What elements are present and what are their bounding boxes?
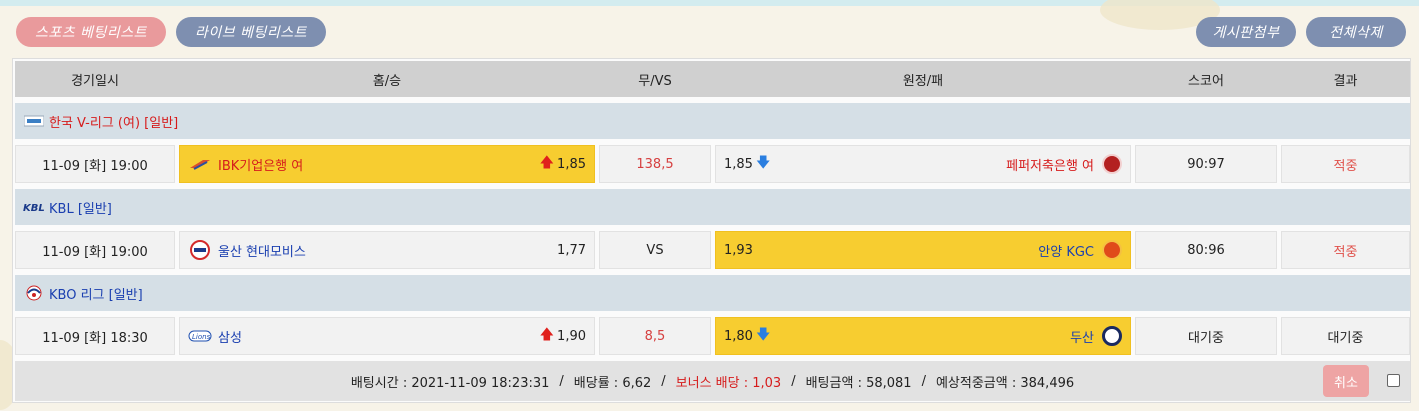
away-team-name: 안양 KGC: [1038, 244, 1094, 260]
separator: /: [661, 373, 666, 389]
table-header: 경기일시 홈/승 무/VS 원정/패 스코어 결과: [15, 61, 1410, 97]
away-pick-cell[interactable]: 1,80 🡇 두산: [715, 317, 1131, 355]
game-datetime: 11-09 [화] 18:30: [15, 317, 175, 355]
home-team-name: IBK기업은행 여: [218, 158, 304, 174]
attach-board-button[interactable]: 게시판첨부: [1196, 17, 1296, 47]
away-odds: 1,93: [724, 242, 753, 258]
away-pick-cell[interactable]: 1,85 🡇 페퍼저축은행 여: [715, 145, 1131, 183]
result-cell: 적중: [1281, 231, 1410, 269]
home-pick-cell[interactable]: IBK기업은행 여 🡅 1,85: [179, 145, 595, 183]
separator: /: [921, 373, 926, 389]
kovo-logo-icon: [23, 113, 45, 129]
expected-winnings: 예상적중금액 : 384,496: [935, 375, 1075, 391]
away-odds: 1,80 🡇: [724, 324, 770, 348]
league-header: KBO 리그 [일반]: [15, 275, 1410, 311]
kbl-logo-icon: KBL: [23, 199, 45, 215]
down-arrow-icon: 🡇: [755, 155, 771, 171]
game-datetime: 11-09 [화] 19:00: [15, 145, 175, 183]
home-odds: 🡅 1,85: [540, 152, 586, 176]
svg-text:KBL: KBL: [23, 203, 45, 214]
ibk-team-logo-icon: [188, 155, 212, 173]
home-pick-cell[interactable]: Lions 삼성 🡅 1,90: [179, 317, 595, 355]
mobis-team-logo-icon: [188, 240, 212, 260]
header-home: 홈/승: [372, 73, 402, 89]
draw-cell[interactable]: 8,5: [599, 317, 711, 355]
bet-time: 배팅시간 : 2021-11-09 18:23:31: [350, 375, 550, 391]
kgc-team-logo-icon: [1102, 240, 1122, 260]
result-cell: 적중: [1281, 145, 1410, 183]
tab-live-betting-list[interactable]: 라이브 베팅리스트: [176, 17, 326, 47]
away-odds: 1,85 🡇: [724, 152, 770, 176]
home-odds: 🡅 1,90: [540, 324, 586, 348]
home-team-name: 삼성: [218, 330, 242, 346]
away-team-name: 두산: [1070, 330, 1094, 346]
score-cell: 대기중: [1135, 317, 1277, 355]
home-team-name: 울산 현대모비스: [218, 244, 306, 260]
header-result: 결과: [1333, 73, 1358, 89]
tab-sports-betting-list[interactable]: 스포츠 베팅리스트: [16, 17, 166, 47]
home-pick-cell[interactable]: 울산 현대모비스 1,77: [179, 231, 595, 269]
game-row: 11-09 [화] 19:00 울산 현대모비스 1,77 VS 1,93 안양…: [15, 231, 1410, 269]
draw-cell[interactable]: 138,5: [599, 145, 711, 183]
result-cell: 대기중: [1281, 317, 1410, 355]
league-name: KBO 리그 [일반]: [49, 287, 143, 303]
game-datetime: 11-09 [화] 19:00: [15, 231, 175, 269]
game-row: 11-09 [화] 19:00 IBK기업은행 여 🡅 1,85 138,5 1…: [15, 145, 1410, 183]
betting-slip-panel: 경기일시 홈/승 무/VS 원정/패 스코어 결과 한국 V-리그 (여) [일…: [12, 58, 1411, 403]
up-arrow-icon: 🡅: [539, 327, 555, 343]
separator: /: [791, 373, 796, 389]
away-team-name: 페퍼저축은행 여: [1006, 158, 1094, 174]
svg-text:Lions: Lions: [192, 333, 211, 341]
score-cell: 90:97: [1135, 145, 1277, 183]
bet-summary-bar: 배팅시간 : 2021-11-09 18:23:31 / 배당률 : 6,62 …: [15, 361, 1410, 401]
bonus-odds: 보너스 배당 : 1,03: [675, 375, 782, 391]
down-arrow-icon: 🡇: [755, 327, 771, 343]
draw-cell: VS: [599, 231, 711, 269]
league-name: 한국 V-리그 (여) [일반]: [49, 115, 179, 131]
header-draw: 무/VS: [638, 73, 672, 89]
samsung-team-logo-icon: Lions: [188, 327, 212, 345]
league-header: 한국 V-리그 (여) [일반]: [15, 103, 1410, 139]
separator: /: [559, 373, 564, 389]
home-odds: 1,77: [557, 242, 586, 258]
delete-all-button[interactable]: 전체삭제: [1306, 17, 1406, 47]
select-checkbox[interactable]: [1387, 374, 1400, 387]
league-header: KBL KBL [일반]: [15, 189, 1410, 225]
cancel-button[interactable]: 취소: [1323, 365, 1369, 397]
kbo-logo-icon: [23, 285, 45, 301]
header-score: 스코어: [1188, 73, 1224, 89]
league-name: KBL [일반]: [49, 201, 112, 217]
up-arrow-icon: 🡅: [539, 155, 555, 171]
away-pick-cell[interactable]: 1,93 안양 KGC: [715, 231, 1131, 269]
game-row: 11-09 [화] 18:30 Lions 삼성 🡅 1,90 8,5 1,80…: [15, 317, 1410, 355]
header-away: 원정/패: [902, 73, 944, 89]
top-bar: 스포츠 베팅리스트 라이브 베팅리스트 게시판첨부 전체삭제: [0, 0, 1419, 60]
total-odds: 배당률 : 6,62: [573, 375, 652, 391]
score-cell: 80:96: [1135, 231, 1277, 269]
pepper-team-logo-icon: [1102, 154, 1122, 174]
doosan-team-logo-icon: [1102, 326, 1122, 346]
header-datetime: 경기일시: [71, 73, 119, 89]
bet-amount: 배팅금액 : 58,081: [805, 375, 912, 391]
